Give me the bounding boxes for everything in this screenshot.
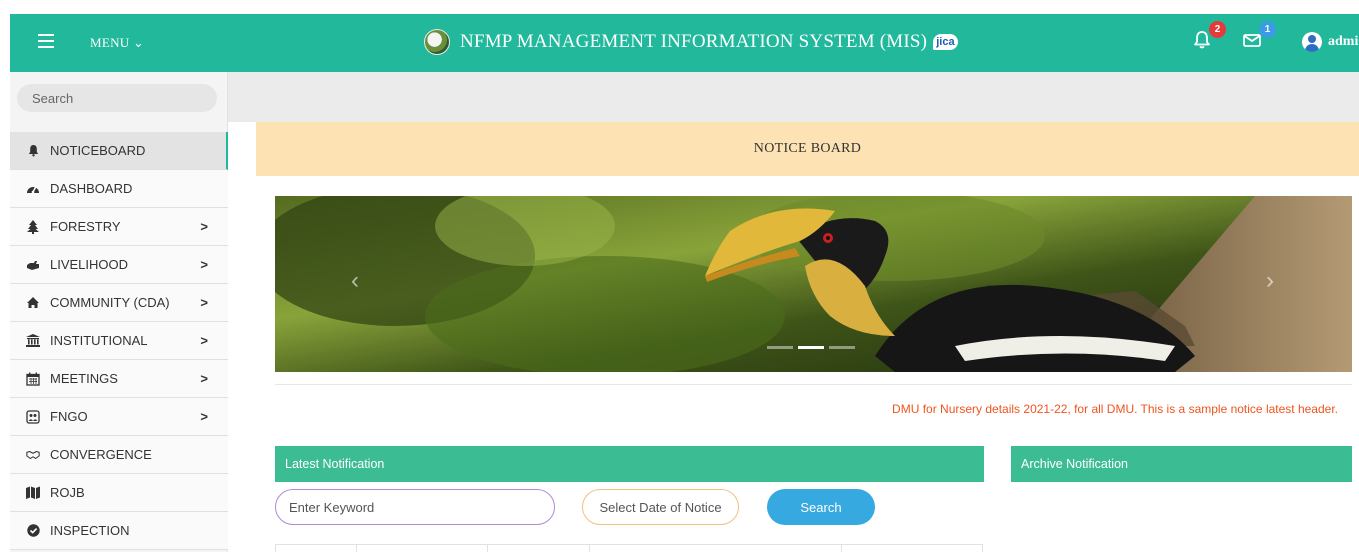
search-button[interactable]: Search bbox=[767, 489, 875, 525]
sidebar-item-fngo[interactable]: FNGO > bbox=[10, 398, 228, 436]
carousel-indicator-active[interactable] bbox=[798, 346, 824, 349]
brand: NFMP MANAGEMENT INFORMATION SYSTEM (MIS)… bbox=[424, 24, 958, 60]
sidebar-item-label: ROJB bbox=[50, 485, 85, 500]
notice-date-picker[interactable] bbox=[582, 489, 739, 525]
nfmp-logo-icon bbox=[424, 29, 450, 55]
sidebar-item-label: MEETINGS bbox=[50, 371, 118, 386]
chevron-right-icon: > bbox=[200, 409, 208, 424]
carousel-indicators bbox=[767, 346, 855, 349]
chevron-right-icon: > bbox=[200, 371, 208, 386]
sidebar-item-label: NOTICEBOARD bbox=[50, 143, 146, 158]
table-column-divider bbox=[487, 545, 488, 552]
sidebar-nav: NOTICEBOARD DASHBOARD FORESTRY > LIVELIH… bbox=[10, 132, 228, 550]
sidebar-search-input[interactable] bbox=[17, 84, 217, 112]
chevron-right-icon: > bbox=[200, 257, 208, 272]
sidebar-item-label: INSPECTION bbox=[50, 523, 130, 538]
sidebar-item-label: INSTITUTIONAL bbox=[50, 333, 148, 348]
check-circle-icon bbox=[26, 524, 40, 538]
scrolling-notice[interactable]: DMU for Nursery details 2021-22, for all… bbox=[698, 402, 1338, 416]
user-name: admi bbox=[1328, 34, 1359, 49]
map-icon bbox=[26, 486, 40, 500]
user-avatar-icon bbox=[1302, 32, 1322, 52]
table-column-divider bbox=[356, 545, 357, 552]
bell-icon bbox=[26, 144, 40, 158]
sidebar-item-forestry[interactable]: FORESTRY > bbox=[10, 208, 228, 246]
carousel-indicator[interactable] bbox=[767, 346, 793, 349]
sidebar-item-label: FORESTRY bbox=[50, 219, 121, 234]
calendar-icon bbox=[26, 372, 40, 386]
user-menu[interactable]: admi bbox=[1302, 32, 1358, 52]
archive-notification-header: Archive Notification bbox=[1011, 446, 1352, 482]
carousel-indicator[interactable] bbox=[829, 346, 855, 349]
chevron-right-icon: > bbox=[200, 295, 208, 310]
notice-board-title: NOTICE BOARD bbox=[256, 122, 1359, 176]
app-title: NFMP MANAGEMENT INFORMATION SYSTEM (MIS) bbox=[460, 31, 928, 52]
notifications-button[interactable]: 2 bbox=[1192, 21, 1226, 52]
group-icon bbox=[26, 409, 40, 424]
jica-logo: jica bbox=[933, 34, 958, 50]
chevron-right-icon: > bbox=[200, 333, 208, 348]
institution-icon bbox=[26, 334, 40, 348]
menu-toggle[interactable]: MENU ⌄ bbox=[90, 35, 144, 51]
latest-notification-header: Latest Notification bbox=[275, 446, 984, 482]
sidebar-item-inspection[interactable]: INSPECTION bbox=[10, 512, 228, 550]
main-content: NOTICE BOARD ‹ › DMU for Nursery details… bbox=[228, 72, 1359, 552]
sidebar-item-meetings[interactable]: MEETINGS > bbox=[10, 360, 228, 398]
message-count-badge: 1 bbox=[1259, 21, 1276, 38]
sidebar-item-community[interactable]: COMMUNITY (CDA) > bbox=[10, 284, 228, 322]
divider bbox=[275, 384, 1352, 385]
image-carousel[interactable]: ‹ › bbox=[275, 196, 1352, 372]
sidebar-item-label: DASHBOARD bbox=[50, 181, 133, 196]
sidebar-item-dashboard[interactable]: DASHBOARD bbox=[10, 170, 228, 208]
sidebar-item-rojb[interactable]: ROJB bbox=[10, 474, 228, 512]
table-column-divider bbox=[841, 545, 842, 552]
sidebar-item-noticeboard[interactable]: NOTICEBOARD bbox=[10, 132, 228, 170]
messages-button[interactable]: 1 bbox=[1242, 21, 1276, 52]
top-navbar: MENU ⌄ NFMP MANAGEMENT INFORMATION SYSTE… bbox=[10, 14, 1359, 72]
keyword-search-input[interactable] bbox=[275, 489, 555, 525]
notification-count-badge: 2 bbox=[1209, 21, 1226, 38]
carousel-prev-button[interactable]: ‹ bbox=[345, 266, 365, 296]
handshake-icon bbox=[26, 448, 40, 462]
sidebar-item-label: COMMUNITY (CDA) bbox=[50, 295, 170, 310]
notification-table-header bbox=[275, 544, 983, 552]
sidebar-item-convergence[interactable]: CONVERGENCE bbox=[10, 436, 228, 474]
table-column-divider bbox=[982, 545, 983, 552]
tachometer-icon bbox=[26, 182, 40, 196]
sidebar-item-institutional[interactable]: INSTITUTIONAL > bbox=[10, 322, 228, 360]
sidebar-item-label: CONVERGENCE bbox=[50, 447, 152, 462]
sidebar-item-livelihood[interactable]: LIVELIHOOD > bbox=[10, 246, 228, 284]
carousel-next-button[interactable]: › bbox=[1260, 266, 1280, 296]
sidebar-item-label: LIVELIHOOD bbox=[50, 257, 129, 272]
chevron-right-icon: > bbox=[200, 219, 208, 234]
app-root: MENU ⌄ NFMP MANAGEMENT INFORMATION SYSTE… bbox=[0, 0, 1359, 552]
sidebar-item-label: FNGO bbox=[50, 409, 88, 424]
content-top-strip bbox=[228, 72, 1359, 122]
hamburger-menu-icon[interactable] bbox=[38, 34, 54, 48]
sidebar: NOTICEBOARD DASHBOARD FORESTRY > LIV bbox=[10, 72, 228, 552]
hand-icon bbox=[26, 258, 40, 272]
table-column-divider bbox=[589, 545, 590, 552]
home-icon bbox=[26, 296, 40, 310]
table-column-divider bbox=[275, 545, 276, 552]
tree-icon bbox=[26, 219, 40, 234]
